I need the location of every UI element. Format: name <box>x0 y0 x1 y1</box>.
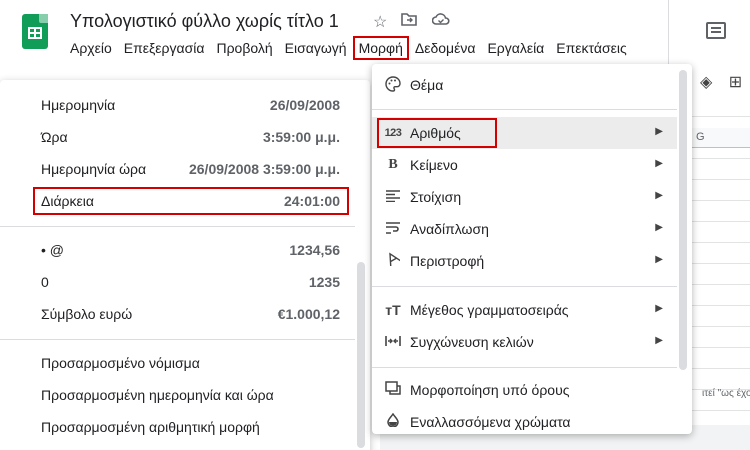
format-merge-cells[interactable]: Συγχώνευση κελιών ▶ <box>372 326 677 358</box>
number-format-custom-2[interactable]: 0 1235 <box>0 266 360 298</box>
submenu-arrow-icon: ▶ <box>655 335 663 346</box>
toolbar-right: ◈ ⊞ <box>700 72 742 92</box>
number-123-icon: 123 <box>384 127 402 139</box>
align-left-icon <box>384 188 402 206</box>
format-theme[interactable]: Θέμα <box>372 69 677 101</box>
divider <box>372 286 677 287</box>
submenu-arrow-icon: ▶ <box>655 303 663 314</box>
menu-view[interactable]: Προβολή <box>210 36 278 60</box>
cell-snippet: ιτεί "ως έχου <box>702 388 750 399</box>
menu-file[interactable]: Αρχείο <box>64 36 118 60</box>
number-format-time[interactable]: Ώρα 3:59:00 μ.μ. <box>0 121 360 153</box>
bold-icon: B <box>388 157 398 172</box>
number-format-datetime[interactable]: Ημερομηνία ώρα 26/09/2008 3:59:00 μ.μ. <box>0 153 360 185</box>
document-title[interactable]: Υπολογιστικό φύλλο χωρίς τίτλο 1 <box>70 11 339 32</box>
number-format-duration[interactable]: Διάρκεια 24:01:00 <box>0 185 360 217</box>
conditional-format-icon <box>384 381 402 399</box>
format-font-size[interactable]: тT Μέγεθος γραμματοσειράς ▶ <box>372 294 677 326</box>
cloud-status-icon[interactable] <box>431 12 450 31</box>
palette-icon <box>384 76 402 94</box>
menu-extensions[interactable]: Επεκτάσεις <box>550 36 632 60</box>
format-alternating-colors[interactable]: Εναλλασσόμενα χρώματα <box>372 406 677 438</box>
menu-insert[interactable]: Εισαγωγή <box>279 36 353 60</box>
number-format-submenu: Ημερομηνία 26/09/2008 Ώρα 3:59:00 μ.μ. Η… <box>0 80 370 450</box>
submenu-arrow-icon: ▶ <box>655 126 663 137</box>
number-format-date[interactable]: Ημερομηνία 26/09/2008 <box>0 89 360 121</box>
fill-color-icon[interactable]: ◈ <box>700 74 712 91</box>
format-conditional[interactable]: Μορφοποίηση υπό όρους <box>372 374 677 406</box>
submenu-arrow-icon: ▶ <box>655 190 663 201</box>
divider <box>372 367 677 368</box>
format-number[interactable]: 123 Αριθμός ▶ <box>372 117 677 149</box>
menu-tools[interactable]: Εργαλεία <box>481 36 550 60</box>
text-wrap-icon <box>384 220 402 238</box>
number-format-euro[interactable]: Σύμβολο ευρώ €1.000,12 <box>0 298 360 330</box>
format-menu-scrollbar[interactable] <box>679 70 687 370</box>
sheets-logo-icon[interactable] <box>22 14 48 49</box>
sheets-window: Υπολογιστικό φύλλο χωρίς τίτλο 1 ☆ Αρχεί… <box>0 0 750 450</box>
divider <box>372 109 677 110</box>
comment-history-icon[interactable] <box>706 22 726 39</box>
number-format-custom-datetime[interactable]: Προσαρμοσμένη ημερομηνία και ώρα <box>0 379 360 411</box>
divider <box>0 226 355 227</box>
submenu-scrollbar[interactable] <box>357 262 365 448</box>
alternating-colors-icon <box>384 412 402 431</box>
divider <box>0 339 355 340</box>
folder-move-icon[interactable] <box>401 12 417 31</box>
number-format-custom-1[interactable]: • @ 1234,56 <box>0 234 360 266</box>
column-header-g[interactable]: G <box>690 128 750 148</box>
menu-bar: Αρχείο Επεξεργασία Προβολή Εισαγωγή Μορφ… <box>64 36 633 60</box>
menu-format[interactable]: Μορφή <box>352 36 409 60</box>
submenu-arrow-icon: ▶ <box>655 254 663 265</box>
merge-cells-icon <box>384 333 402 351</box>
number-format-custom-currency[interactable]: Προσαρμοσμένο νόμισμα <box>0 347 360 379</box>
format-menu: Θέμα 123 Αριθμός ▶ B Κείμενο ▶ Στοίχιση … <box>372 64 692 434</box>
format-wrapping[interactable]: Αναδίπλωση ▶ <box>372 213 677 245</box>
format-rotation[interactable]: Περιστροφή ▶ <box>372 245 677 277</box>
menu-data[interactable]: Δεδομένα <box>409 36 482 60</box>
format-alignment[interactable]: Στοίχιση ▶ <box>372 181 677 213</box>
submenu-arrow-icon: ▶ <box>655 158 663 169</box>
font-size-icon: тT <box>385 302 401 318</box>
submenu-arrow-icon: ▶ <box>655 222 663 233</box>
menu-edit[interactable]: Επεξεργασία <box>118 36 211 60</box>
star-icon[interactable]: ☆ <box>373 12 387 32</box>
number-format-custom-number[interactable]: Προσαρμοσμένη αριθμητική μορφή <box>0 411 360 443</box>
text-rotation-icon <box>384 252 402 270</box>
borders-icon[interactable]: ⊞ <box>729 74 742 91</box>
format-text[interactable]: B Κείμενο ▶ <box>372 149 677 181</box>
